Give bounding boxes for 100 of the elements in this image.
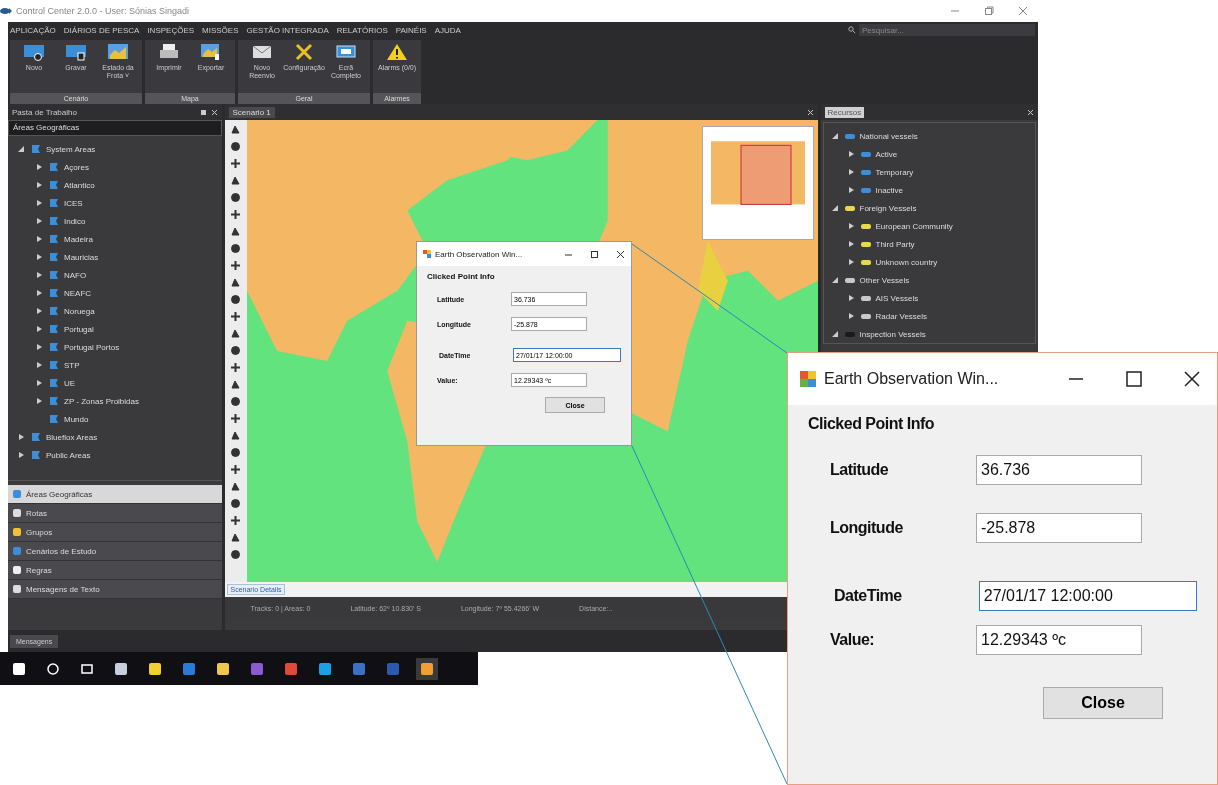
map-tool-icon[interactable] <box>230 192 241 203</box>
input-field[interactable]: -25.878 <box>976 513 1142 543</box>
collapsed-arrow-icon[interactable] <box>36 362 42 368</box>
expanded-arrow-icon[interactable] <box>18 146 24 152</box>
tree-item[interactable]: Temporary <box>875 167 914 177</box>
tree-item[interactable]: Unknown country <box>875 257 938 267</box>
map-tool-icon[interactable] <box>230 549 241 560</box>
nav-item[interactable]: Rotas <box>8 504 222 523</box>
tree-item[interactable]: Radar Vessels <box>875 311 928 321</box>
map-tool-icon[interactable] <box>230 362 241 373</box>
tree-item[interactable]: Açores <box>64 162 89 172</box>
collapsed-arrow-icon[interactable] <box>36 254 42 260</box>
tree-item[interactable]: Madeira <box>64 234 93 244</box>
search-field[interactable]: Pesquisar... <box>859 24 1035 36</box>
nav-item[interactable]: Cenários de Estudo <box>8 542 222 561</box>
collapsed-arrow-icon[interactable] <box>36 344 42 350</box>
map-tool-icon[interactable] <box>230 328 241 339</box>
map-tool-icon[interactable] <box>230 447 241 458</box>
close-button[interactable]: Close <box>1043 687 1163 719</box>
maximize-icon[interactable] <box>1126 371 1142 387</box>
collapsed-arrow-icon[interactable] <box>36 380 42 386</box>
nav-item[interactable]: Grupos <box>8 523 222 542</box>
collapsed-arrow-icon[interactable] <box>36 308 42 314</box>
collapsed-arrow-icon[interactable] <box>847 313 854 319</box>
menu-item[interactable]: DIÁRIOS DE PESCA <box>63 25 140 35</box>
map-tool-icon[interactable] <box>230 515 241 526</box>
menu-item[interactable]: GESTÃO INTEGRADA <box>246 25 329 35</box>
collapsed-arrow-icon[interactable] <box>18 434 24 440</box>
tree-item[interactable]: Public Areas <box>46 450 91 460</box>
map-tool-icon[interactable] <box>230 175 241 186</box>
expanded-arrow-icon[interactable] <box>831 277 838 283</box>
map-tool-icon[interactable] <box>230 345 241 356</box>
close-icon[interactable] <box>616 250 624 258</box>
collapsed-arrow-icon[interactable] <box>36 290 42 296</box>
tree-item[interactable]: Inspection Vessels <box>859 329 926 339</box>
collapsed-arrow-icon[interactable] <box>847 295 854 301</box>
menu-item[interactable]: RELATÓRIOS <box>336 25 388 35</box>
close-button[interactable] <box>210 108 218 116</box>
map-tool-icon[interactable] <box>230 498 241 509</box>
map-tool-icon[interactable] <box>230 226 241 237</box>
collapsed-arrow-icon[interactable] <box>847 151 854 157</box>
collapsed-arrow-icon[interactable] <box>36 398 42 404</box>
map-tool-icon[interactable] <box>230 379 241 390</box>
menu-item[interactable]: PAINÉIS <box>395 25 427 35</box>
menu-item[interactable]: APLICAÇÃO <box>10 25 56 35</box>
tree-item[interactable]: Foreign Vessels <box>859 203 917 213</box>
input-field[interactable]: 12.29343 ºc <box>976 625 1142 655</box>
tree-item[interactable]: ZP - Zonas Proibidas <box>64 396 139 406</box>
collapsed-arrow-icon[interactable] <box>36 236 42 242</box>
map-tool-icon[interactable] <box>230 464 241 475</box>
resources-tab[interactable]: Recursos <box>824 106 865 118</box>
tree-item[interactable]: UE <box>64 378 76 388</box>
collapsed-arrow-icon[interactable] <box>847 241 854 247</box>
tree-item[interactable]: Portugal <box>64 324 94 334</box>
map-tool-icon[interactable] <box>230 294 241 305</box>
pin-button[interactable] <box>199 108 207 116</box>
collapsed-arrow-icon[interactable] <box>847 187 854 193</box>
collapsed-arrow-icon[interactable] <box>36 218 42 224</box>
map-tool-icon[interactable] <box>230 141 241 152</box>
tree-item[interactable]: NAFO <box>64 270 87 280</box>
collapsed-arrow-icon[interactable] <box>36 326 42 332</box>
collapsed-arrow-icon[interactable] <box>847 259 854 265</box>
tree-item[interactable]: National vessels <box>859 131 918 141</box>
close-button[interactable] <box>1027 108 1034 116</box>
collapsed-arrow-icon[interactable] <box>18 452 24 458</box>
tree-item[interactable]: AIS Vessels <box>875 293 919 303</box>
map-tool-icon[interactable] <box>230 430 241 441</box>
tree-item[interactable]: NEAFC <box>64 288 92 298</box>
menu-item[interactable]: INSPEÇÕES <box>147 25 195 35</box>
expanded-arrow-icon[interactable] <box>831 133 838 139</box>
tree-item[interactable]: Third Party <box>875 239 915 249</box>
collapsed-arrow-icon[interactable] <box>36 200 42 206</box>
tree-item[interactable]: Active <box>875 149 898 159</box>
map-tool-icon[interactable] <box>230 481 241 492</box>
expanded-arrow-icon[interactable] <box>831 331 838 337</box>
menu-item[interactable]: MISSÕES <box>202 25 239 35</box>
tree-item[interactable]: Portugal Portos <box>64 342 120 352</box>
collapsed-arrow-icon[interactable] <box>847 169 854 175</box>
expanded-arrow-icon[interactable] <box>831 205 838 211</box>
tree-item[interactable]: STP <box>64 360 80 370</box>
nav-item[interactable]: Áreas Geográficas <box>8 485 222 504</box>
map-tool-icon[interactable] <box>230 311 241 322</box>
map-tool-icon[interactable] <box>230 124 241 135</box>
map-tool-icon[interactable] <box>230 413 241 424</box>
overview-map-drawing[interactable] <box>701 126 814 240</box>
close-icon[interactable] <box>1184 371 1200 387</box>
tree-item[interactable]: ICES <box>64 198 83 208</box>
close-button[interactable] <box>806 108 814 116</box>
map-tool-icon[interactable] <box>230 277 241 288</box>
tree-item[interactable]: Indico <box>64 216 86 226</box>
maximize-icon[interactable] <box>590 250 598 258</box>
tree-item[interactable]: Mundo <box>64 414 89 424</box>
tree-item[interactable]: Atlantico <box>64 180 95 190</box>
collapsed-arrow-icon[interactable] <box>847 223 854 229</box>
tree-item[interactable]: Inactive <box>875 185 904 195</box>
input-field[interactable]: 27/01/17 12:00:00 <box>978 581 1197 611</box>
nav-item[interactable]: Regras <box>8 561 222 580</box>
map-tool-icon[interactable] <box>230 209 241 220</box>
map-tool-icon[interactable] <box>230 532 241 543</box>
restore-icon[interactable] <box>984 6 994 16</box>
